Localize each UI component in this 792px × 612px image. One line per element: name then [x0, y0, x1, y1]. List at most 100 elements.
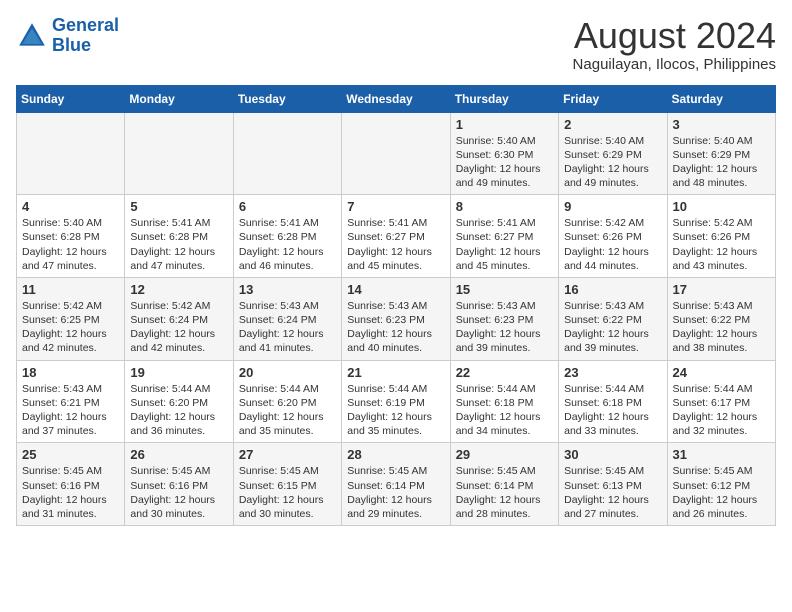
calendar-cell: 24Sunrise: 5:44 AM Sunset: 6:17 PM Dayli… [667, 360, 775, 443]
logo-line2: Blue [52, 35, 91, 55]
cell-content: Sunrise: 5:42 AM Sunset: 6:26 PM Dayligh… [673, 216, 770, 273]
cell-content: Sunrise: 5:45 AM Sunset: 6:13 PM Dayligh… [564, 464, 661, 521]
calendar-cell: 22 Sunrise: 5:44 AM Sunset: 6:18 PM Dayli… [450, 360, 558, 443]
header-friday: Friday [559, 85, 667, 112]
calendar-cell: 17 Sunrise: 5:43 AM Sunset: 6:22 PM Dayli… [667, 277, 775, 360]
calendar-cell: 25 Sunrise: 5:45 AM Sunset: 6:16 PM Dayli… [17, 443, 125, 526]
day-number: 7 [347, 199, 444, 214]
header-wednesday: Wednesday [342, 85, 450, 112]
day-number: 4 [22, 199, 119, 214]
cell-content: Sunrise: 5:45 AM Sunset: 6:16 PM Dayligh… [22, 464, 119, 521]
calendar-cell: 5 Sunrise: 5:41 AM Sunset: 6:28 PM Daylig… [125, 195, 233, 278]
calendar-cell: 30Sunrise: 5:45 AM Sunset: 6:13 PM Dayli… [559, 443, 667, 526]
page-header: General Blue August 2024 Naguilayan, Ilo… [16, 16, 776, 73]
calendar-cell: 4 Sunrise: 5:40 AM Sunset: 6:28 PM Daylig… [17, 195, 125, 278]
cell-content: Sunrise: 5:45 AM Sunset: 6:14 PM Dayligh… [456, 464, 553, 521]
day-number: 3 [673, 117, 770, 132]
calendar-cell: 10 Sunrise: 5:42 AM Sunset: 6:26 PM Dayli… [667, 195, 775, 278]
day-number: 13 [239, 282, 336, 297]
header-monday: Monday [125, 85, 233, 112]
day-number: 22 [456, 365, 553, 380]
calendar-cell: 19 Sunrise: 5:44 AM Sunset: 6:20 PM Dayli… [125, 360, 233, 443]
cell-content: Sunrise: 5:40 AM Sunset: 6:28 PM Dayligh… [22, 216, 119, 273]
calendar-cell: 15 Sunrise: 5:43 AM Sunset: 6:23 PM Dayli… [450, 277, 558, 360]
logo: General Blue [16, 16, 119, 56]
cell-content: Sunrise: 5:43 AM Sunset: 6:22 PM Dayligh… [673, 299, 770, 356]
calendar-cell: 7 Sunrise: 5:41 AM Sunset: 6:27 PM Daylig… [342, 195, 450, 278]
day-number: 26 [130, 447, 227, 462]
title-block: August 2024 Naguilayan, Ilocos, Philippi… [573, 16, 776, 73]
cell-content: Sunrise: 5:44 AM Sunset: 6:20 PM Dayligh… [130, 382, 227, 439]
logo-icon [16, 20, 48, 52]
calendar-cell: 13Sunrise: 5:43 AM Sunset: 6:24 PM Dayli… [233, 277, 341, 360]
cell-content: Sunrise: 5:40 AM Sunset: 6:29 PM Dayligh… [673, 134, 770, 191]
calendar-cell: 27 Sunrise: 5:45 AM Sunset: 6:15 PM Dayli… [233, 443, 341, 526]
day-number: 25 [22, 447, 119, 462]
cell-content: Sunrise: 5:41 AM Sunset: 6:27 PM Dayligh… [347, 216, 444, 273]
day-number: 27 [239, 447, 336, 462]
day-number: 1 [456, 117, 553, 132]
cell-content: Sunrise: 5:44 AM Sunset: 6:18 PM Dayligh… [564, 382, 661, 439]
calendar-cell: 26 Sunrise: 5:45 AM Sunset: 6:16 PM Dayli… [125, 443, 233, 526]
cell-content: Sunrise: 5:44 AM Sunset: 6:19 PM Dayligh… [347, 382, 444, 439]
cell-content: Sunrise: 5:42 AM Sunset: 6:25 PM Dayligh… [22, 299, 119, 356]
calendar-header: SundayMondayTuesdayWednesdayThursdayFrid… [17, 85, 776, 112]
calendar-cell [342, 112, 450, 195]
day-number: 20 [239, 365, 336, 380]
cell-content: Sunrise: 5:44 AM Sunset: 6:20 PM Dayligh… [239, 382, 336, 439]
calendar-cell: 1 Sunrise: 5:40 AM Sunset: 6:30 PM Daylig… [450, 112, 558, 195]
calendar-cell [125, 112, 233, 195]
day-number: 18 [22, 365, 119, 380]
calendar-cell [233, 112, 341, 195]
cell-content: Sunrise: 5:40 AM Sunset: 6:30 PM Dayligh… [456, 134, 553, 191]
subtitle: Naguilayan, Ilocos, Philippines [573, 56, 776, 73]
calendar-cell: 23 Sunrise: 5:44 AM Sunset: 6:18 PM Dayli… [559, 360, 667, 443]
day-number: 14 [347, 282, 444, 297]
calendar-cell: 9Sunrise: 5:42 AM Sunset: 6:26 PM Daylig… [559, 195, 667, 278]
main-title: August 2024 [573, 16, 776, 56]
cell-content: Sunrise: 5:45 AM Sunset: 6:12 PM Dayligh… [673, 464, 770, 521]
cell-content: Sunrise: 5:44 AM Sunset: 6:17 PM Dayligh… [673, 382, 770, 439]
calendar-cell: 14Sunrise: 5:43 AM Sunset: 6:23 PM Dayli… [342, 277, 450, 360]
calendar-cell: 8 Sunrise: 5:41 AM Sunset: 6:27 PM Daylig… [450, 195, 558, 278]
calendar-cell: 20 Sunrise: 5:44 AM Sunset: 6:20 PM Dayli… [233, 360, 341, 443]
day-number: 15 [456, 282, 553, 297]
calendar-cell: 29Sunrise: 5:45 AM Sunset: 6:14 PM Dayli… [450, 443, 558, 526]
header-thursday: Thursday [450, 85, 558, 112]
calendar-cell: 11 Sunrise: 5:42 AM Sunset: 6:25 PM Dayli… [17, 277, 125, 360]
day-number: 28 [347, 447, 444, 462]
calendar-cell: 6Sunrise: 5:41 AM Sunset: 6:28 PM Daylig… [233, 195, 341, 278]
cell-content: Sunrise: 5:44 AM Sunset: 6:18 PM Dayligh… [456, 382, 553, 439]
calendar-table: SundayMondayTuesdayWednesdayThursdayFrid… [16, 85, 776, 526]
cell-content: Sunrise: 5:43 AM Sunset: 6:21 PM Dayligh… [22, 382, 119, 439]
day-number: 16 [564, 282, 661, 297]
day-number: 19 [130, 365, 227, 380]
header-tuesday: Tuesday [233, 85, 341, 112]
calendar-cell: 28 Sunrise: 5:45 AM Sunset: 6:14 PM Dayli… [342, 443, 450, 526]
day-number: 9 [564, 199, 661, 214]
calendar-cell: 31Sunrise: 5:45 AM Sunset: 6:12 PM Dayli… [667, 443, 775, 526]
day-number: 23 [564, 365, 661, 380]
cell-content: Sunrise: 5:45 AM Sunset: 6:15 PM Dayligh… [239, 464, 336, 521]
day-number: 21 [347, 365, 444, 380]
day-number: 8 [456, 199, 553, 214]
logo-text: General Blue [52, 16, 119, 56]
cell-content: Sunrise: 5:42 AM Sunset: 6:24 PM Dayligh… [130, 299, 227, 356]
cell-content: Sunrise: 5:43 AM Sunset: 6:23 PM Dayligh… [456, 299, 553, 356]
day-number: 11 [22, 282, 119, 297]
header-sunday: Sunday [17, 85, 125, 112]
cell-content: Sunrise: 5:45 AM Sunset: 6:16 PM Dayligh… [130, 464, 227, 521]
day-number: 2 [564, 117, 661, 132]
day-number: 10 [673, 199, 770, 214]
day-number: 12 [130, 282, 227, 297]
header-saturday: Saturday [667, 85, 775, 112]
cell-content: Sunrise: 5:41 AM Sunset: 6:27 PM Dayligh… [456, 216, 553, 273]
cell-content: Sunrise: 5:41 AM Sunset: 6:28 PM Dayligh… [130, 216, 227, 273]
calendar-cell: 3 Sunrise: 5:40 AM Sunset: 6:29 PM Daylig… [667, 112, 775, 195]
calendar-cell [17, 112, 125, 195]
cell-content: Sunrise: 5:45 AM Sunset: 6:14 PM Dayligh… [347, 464, 444, 521]
calendar-cell: 21 Sunrise: 5:44 AM Sunset: 6:19 PM Dayli… [342, 360, 450, 443]
cell-content: Sunrise: 5:41 AM Sunset: 6:28 PM Dayligh… [239, 216, 336, 273]
day-number: 17 [673, 282, 770, 297]
day-number: 5 [130, 199, 227, 214]
